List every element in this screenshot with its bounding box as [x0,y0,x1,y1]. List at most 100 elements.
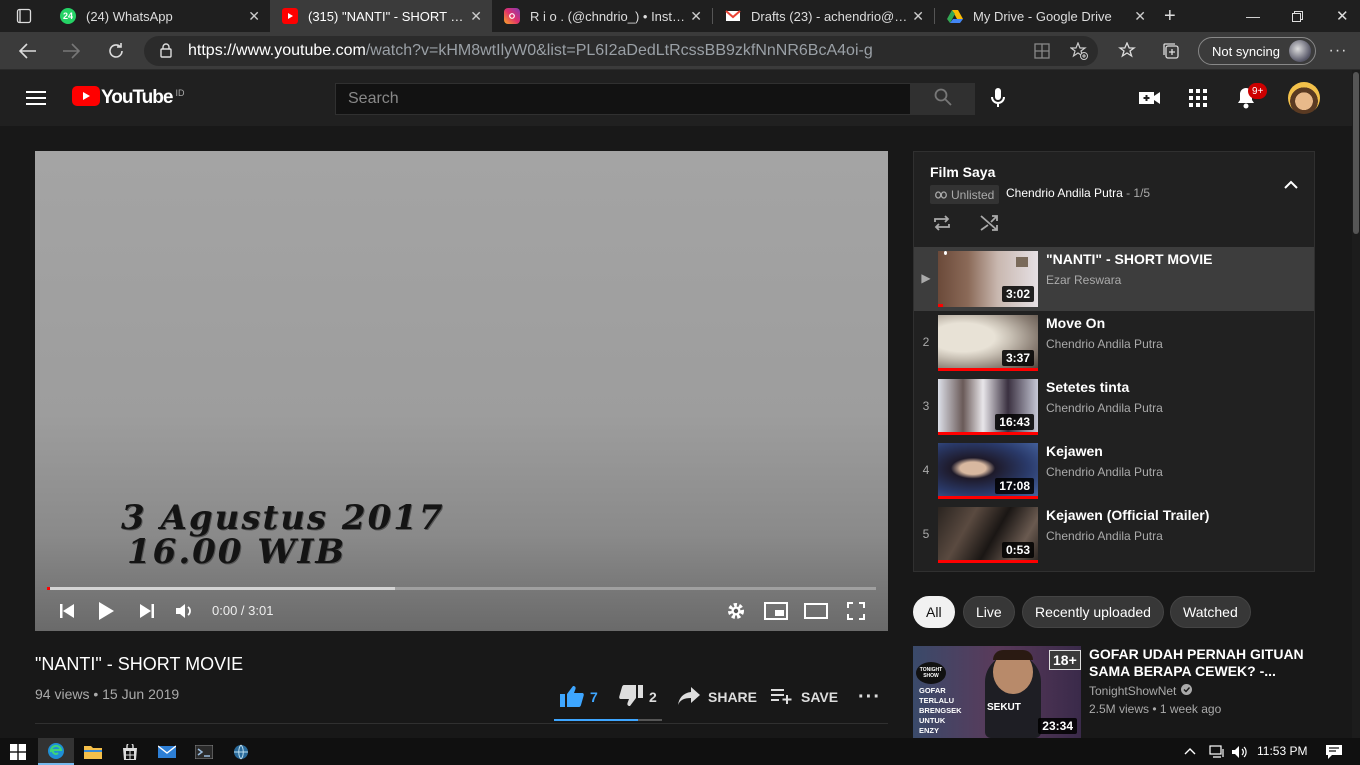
save-label: SAVE [801,689,839,705]
hamburger-menu-icon[interactable] [24,86,48,110]
tab-youtube[interactable]: (315) "NANTI" - SHORT MOVIE ✕ [270,0,492,32]
tab-title: My Drive - Google Drive [973,8,1112,24]
refresh-button[interactable] [98,32,134,70]
recommendation-title[interactable]: GOFAR UDAH PERNAH GITUAN SAMA BERAPA CEW… [1089,646,1319,680]
network-icon[interactable] [1204,738,1230,765]
chip-watched[interactable]: Watched [1170,596,1251,628]
tab-whatsapp[interactable]: 24 (24) WhatsApp ✕ [48,0,270,32]
thumbnail-decor [1016,257,1028,267]
collections-icon[interactable] [1153,32,1189,70]
windows-start-icon[interactable] [0,738,36,765]
tab-instagram[interactable]: R i o . (@chndrio_) • Instagram ✕ [492,0,712,32]
playlist-item[interactable]: 3 16:43 Setetes tinta Chendrio Andila Pu… [914,375,1314,439]
playlist-owner-name[interactable]: Chendrio Andila Putra [1006,186,1123,200]
recommendation-meta: 2.5M views • 1 week ago [1089,702,1222,716]
favorites-icon[interactable] [1109,32,1145,70]
recommendation-channel[interactable]: TonightShowNet [1089,684,1193,698]
playlist-panel: Film Saya Unlisted Chendrio Andila Putra… [913,151,1315,572]
share-arrow-icon [678,686,700,708]
like-button[interactable]: 7 [560,685,598,709]
tab-gmail[interactable]: Drafts (23) - achendrio@gmail.com ✕ [713,0,934,32]
chip-live[interactable]: Live [963,596,1015,628]
show-hidden-icons-chevron-icon[interactable] [1176,738,1204,765]
recommendation-thumbnail[interactable]: SEKUT TONIGHT SHOW GOFAR TERLALU BRENGSE… [913,646,1081,738]
save-button[interactable]: SAVE [771,685,838,709]
shuffle-icon[interactable] [980,214,1000,237]
volume-icon[interactable] [173,591,197,631]
sync-status-button[interactable]: Not syncing [1198,37,1316,65]
share-button[interactable]: SHARE [678,685,757,709]
close-tab-icon[interactable]: ✕ [690,8,702,25]
close-tab-icon[interactable]: ✕ [1134,8,1146,25]
theater-mode-icon[interactable] [803,591,829,631]
maximize-button[interactable] [1280,0,1316,32]
page-scrollbar[interactable] [1352,70,1360,738]
close-window-button[interactable]: ✕ [1324,0,1360,32]
playlist-item[interactable]: 2 3:37 Move On Chendrio Andila Putra [914,311,1314,375]
video-player[interactable]: 3 Agustus 2017 16.00 WIB 0:00 / 3:01 [35,151,888,631]
search-box[interactable] [335,83,911,115]
forward-button[interactable] [53,32,89,70]
next-icon[interactable] [135,591,159,631]
watched-bar [938,496,1038,499]
mail-icon[interactable] [149,738,185,765]
minimize-button[interactable]: — [1232,0,1272,32]
playlist-item[interactable]: 4 17:08 Kejawen Chendrio Andila Putra [914,439,1314,503]
search-input[interactable] [336,84,910,114]
fullscreen-icon[interactable] [843,591,869,631]
new-tab-button[interactable]: + [1158,0,1188,32]
microsoft-store-icon[interactable] [112,738,148,765]
chip-recently-uploaded[interactable]: Recently uploaded [1022,596,1164,628]
volume-tray-icon[interactable] [1228,738,1252,765]
browser-menu-icon[interactable]: ··· [1320,32,1356,70]
address-bar[interactable]: https://www.youtube.com/watch?v=kHM8wtIl… [144,36,1098,66]
close-tab-icon[interactable]: ✕ [248,8,260,25]
taskbar-clock[interactable]: 11:53 PM [1257,744,1307,758]
browser-toolbar: https://www.youtube.com/watch?v=kHM8wtIl… [0,32,1360,70]
playlist-item[interactable]: ▶ 3:02 "NANTI" - SHORT MOVIE Ezar Reswar… [914,247,1314,311]
player-controls: 0:00 / 3:01 [35,591,888,631]
scrollbar-thumb[interactable] [1353,72,1359,234]
play-icon[interactable] [93,591,119,631]
add-favorite-icon[interactable] [1069,41,1088,65]
tab-actions-icon[interactable] [0,0,48,32]
like-ratio-fill [554,719,639,721]
previous-icon[interactable] [55,591,79,631]
settings-gear-icon[interactable] [724,591,748,631]
search-button[interactable] [910,83,975,115]
loop-icon[interactable] [932,214,952,237]
playlist-title[interactable]: Film Saya [930,164,995,180]
app-available-icon[interactable] [1034,43,1050,64]
file-explorer-icon[interactable] [75,738,111,765]
like-ratio-bar [554,719,662,721]
playlist-item-title: Setetes tinta [1046,379,1130,395]
youtube-logo[interactable]: YouTube ID [72,85,184,110]
terminal-app-icon[interactable] [186,738,222,765]
microphone-icon[interactable] [986,86,1010,110]
globe-app-icon[interactable] [223,738,259,765]
close-tab-icon[interactable]: ✕ [470,8,482,25]
user-avatar[interactable] [1288,82,1320,114]
edge-browser-icon[interactable] [38,738,74,765]
more-actions-icon[interactable]: ··· [858,685,881,709]
playlist-item-channel: Chendrio Andila Putra [1046,401,1163,415]
collapse-chevron-icon[interactable] [1284,176,1298,194]
tab-google-drive[interactable]: My Drive - Google Drive ✕ [935,0,1156,32]
watched-bar [938,368,1038,371]
logo-text: YouTube [101,87,173,108]
dislike-button[interactable]: 2 [619,684,657,709]
apps-grid-icon[interactable] [1186,86,1210,110]
back-button[interactable] [10,32,46,70]
playlist-thumbnail: 3:02 [938,251,1038,307]
playlist-item[interactable]: 5 0:53 Kejawen (Official Trailer) Chendr… [914,503,1314,567]
action-center-icon[interactable] [1316,738,1352,765]
progress-bar[interactable] [47,587,876,590]
playlist-item-title: Kejawen (Official Trailer) [1046,507,1210,523]
playlist-item-channel: Ezar Reswara [1046,273,1122,287]
chip-all[interactable]: All [913,596,955,628]
close-tab-icon[interactable]: ✕ [912,8,924,25]
lock-icon[interactable] [160,43,172,63]
watched-bar [938,432,1038,435]
miniplayer-icon[interactable] [763,591,789,631]
create-video-icon[interactable] [1138,86,1162,110]
